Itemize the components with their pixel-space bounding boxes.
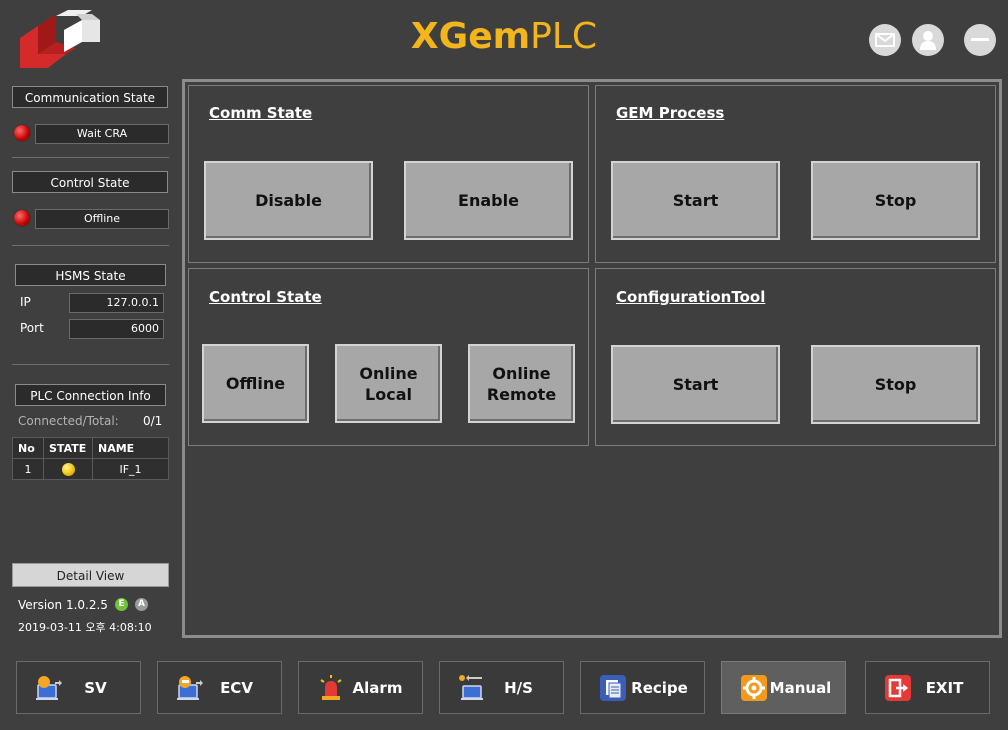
nav-recipe-label: Recipe [631, 678, 688, 697]
divider [12, 364, 169, 365]
offline-button[interactable]: Offline [202, 344, 309, 423]
nav-sv-label: SV [84, 678, 107, 697]
port-label: Port [20, 321, 44, 335]
online-local-line2: Local [365, 384, 412, 404]
state-led-icon [61, 462, 75, 476]
online-local-button[interactable]: Online Local [335, 344, 442, 423]
nav-recipe-button[interactable]: Recipe [580, 661, 705, 714]
nav-alarm-label: Alarm [352, 678, 403, 697]
nav-alarm-button[interactable]: Alarm [298, 661, 423, 714]
online-remote-button[interactable]: Online Remote [468, 344, 575, 423]
nav-exit-label: EXIT [925, 678, 964, 697]
row-state [43, 458, 93, 480]
ecv-monitor-icon [176, 674, 204, 702]
nav-hs-label: H/S [504, 678, 533, 697]
minimize-button[interactable] [964, 24, 996, 56]
plc-connection-header: PLC Connection Info [15, 384, 166, 406]
manual-gear-icon [740, 674, 768, 702]
minimize-icon [971, 38, 989, 41]
hs-transfer-icon [458, 674, 486, 702]
nav-ecv-label: ECV [220, 678, 253, 697]
alarm-siren-icon [317, 674, 345, 702]
column-header-no: No [12, 437, 44, 459]
mail-button[interactable] [869, 24, 901, 56]
table-header-row: No STATE NAME [12, 437, 169, 459]
user-icon [920, 31, 936, 50]
column-header-name: NAME [92, 437, 169, 459]
nav-ecv-button[interactable]: ECV [157, 661, 282, 714]
nav-sv-button[interactable]: SV [16, 661, 141, 714]
user-button[interactable] [912, 24, 944, 56]
comm-state-title: Comm State [209, 104, 313, 122]
control-state-title: Control State [209, 288, 322, 306]
recipe-document-icon [599, 674, 627, 702]
version-text: Version 1.0.2.5 [18, 598, 108, 612]
gem-process-title: GEM Process [616, 104, 725, 122]
nav-manual-button[interactable]: Manual [721, 661, 846, 714]
exit-door-icon [884, 674, 912, 702]
nav-hs-button[interactable]: H/S [439, 661, 564, 714]
app-title-xgem: XGem [410, 16, 531, 57]
communication-led-icon [14, 125, 30, 141]
app-title-plc: PLC [530, 16, 598, 57]
nav-exit-button[interactable]: EXIT [865, 661, 990, 714]
table-row[interactable]: 1 IF_1 [12, 458, 169, 480]
hsms-state-header: HSMS State [15, 264, 166, 286]
e-badge-icon: E [115, 598, 128, 611]
online-remote-line1: Online [492, 363, 551, 383]
online-remote-line2: Remote [486, 384, 557, 404]
config-start-button[interactable]: Start [611, 345, 780, 424]
port-value: 6000 [69, 319, 164, 339]
sv-monitor-icon [35, 674, 63, 702]
ip-label: IP [20, 295, 31, 309]
row-name: IF_1 [92, 458, 169, 480]
control-state-header: Control State [12, 171, 168, 193]
disable-button[interactable]: Disable [204, 161, 373, 240]
datetime-text: 2019-03-11 오후 4:08:10 [18, 621, 152, 634]
gem-start-button[interactable]: Start [611, 161, 780, 240]
communication-state-header: Communication State [12, 86, 168, 108]
nav-manual-label: Manual [769, 678, 832, 697]
detail-view-button[interactable]: Detail View [12, 563, 169, 587]
row-no: 1 [12, 458, 44, 480]
config-stop-button[interactable]: Stop [811, 345, 980, 424]
control-state-value: Offline [35, 209, 169, 229]
divider [12, 245, 169, 246]
gem-stop-button[interactable]: Stop [811, 161, 980, 240]
app-title: XGemPLC [0, 12, 1008, 62]
a-badge-icon: A [135, 598, 148, 611]
column-header-state: STATE [43, 437, 93, 459]
communication-state-value: Wait CRA [35, 124, 169, 144]
divider [12, 157, 169, 158]
control-led-icon [14, 210, 30, 226]
connected-total-label: Connected/Total: [18, 414, 119, 428]
enable-button[interactable]: Enable [404, 161, 573, 240]
connected-total-value: 0/1 [143, 414, 163, 428]
ip-value: 127.0.0.1 [69, 293, 164, 313]
online-local-line1: Online [359, 363, 418, 383]
configuration-tool-title: ConfigurationTool [616, 288, 766, 306]
plc-connection-table: No STATE NAME 1 IF_1 [12, 437, 169, 480]
mail-icon [875, 33, 895, 47]
